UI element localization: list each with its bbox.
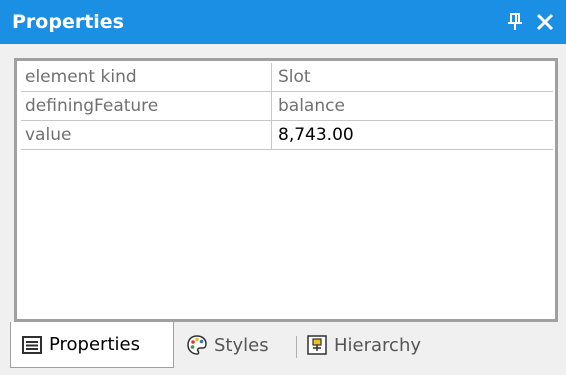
hierarchy-icon: [307, 335, 327, 355]
tab-label: Styles: [214, 334, 269, 356]
property-grid: element kind Slot definingFeature balanc…: [14, 58, 558, 322]
property-row-value: value 8,743.00: [21, 121, 553, 150]
tab-label: Hierarchy: [334, 334, 422, 356]
panel-titlebar: Properties: [0, 0, 566, 44]
properties-panel: Properties element kind Slot definingFea…: [0, 0, 566, 375]
properties-icon: [22, 335, 42, 354]
panel-tab-bar: Properties Styles Hierarchy: [0, 322, 566, 375]
property-name: element kind: [21, 63, 272, 91]
tab-label: Properties: [49, 334, 140, 355]
tab-separator: [296, 336, 297, 358]
property-name: value: [21, 121, 272, 149]
property-name: definingFeature: [21, 92, 272, 120]
property-row-element-kind: element kind Slot: [21, 63, 553, 92]
palette-icon: [187, 335, 207, 355]
pin-icon[interactable]: [506, 12, 524, 32]
tab-properties[interactable]: Properties: [10, 322, 174, 368]
property-value: Slot: [278, 67, 311, 87]
tab-styles[interactable]: Styles: [184, 322, 290, 368]
property-row-defining-feature: definingFeature balance: [21, 92, 553, 121]
property-value-field[interactable]: 8,743.00: [272, 121, 553, 149]
tab-hierarchy[interactable]: Hierarchy: [306, 322, 446, 368]
close-icon[interactable]: [534, 11, 556, 33]
property-value: balance: [278, 96, 345, 116]
panel-title: Properties: [12, 11, 124, 33]
